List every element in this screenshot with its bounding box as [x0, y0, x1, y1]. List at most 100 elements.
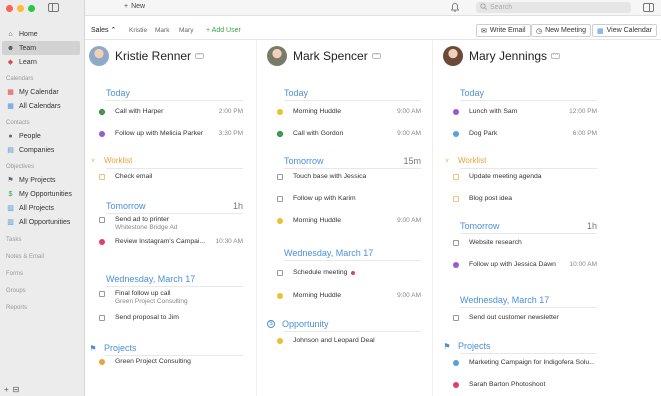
sidebar-item-all-calendars[interactable]: ▦ All Calendars [0, 99, 85, 113]
task-checkbox[interactable] [99, 174, 105, 180]
event-dot-icon [277, 131, 283, 137]
event-item[interactable]: Follow up with Jessica Dawn 10:00 AM [453, 261, 597, 268]
event-dot-icon [453, 131, 459, 137]
item-text: Touch base with Jessica [293, 173, 366, 180]
task-checkbox[interactable] [453, 315, 459, 321]
more-icon[interactable]: ··· [371, 53, 381, 59]
sidebar-item-people[interactable]: ● People [0, 129, 85, 143]
task-item[interactable]: Send out customer newsletter [453, 314, 597, 321]
sidebar-section-reports[interactable]: Reports [0, 297, 85, 314]
item-text: Blog post idea [469, 195, 512, 202]
task-item[interactable]: Website research [453, 239, 597, 246]
bell-icon[interactable] [450, 3, 460, 12]
section-title: Wednesday, March 17 [284, 248, 374, 258]
task-item[interactable]: Final follow up call Green Project Consul… [99, 290, 243, 305]
sidebar-item-team[interactable]: ☻ Team [2, 41, 80, 55]
item-time: 9:00 AM [397, 130, 421, 137]
item-text: Send proposal to Jim [115, 314, 179, 321]
new-meeting-button[interactable]: ◷ New Meeting [531, 24, 591, 37]
event-dot-icon [453, 360, 459, 366]
section-worklist: ♆ Worklist [443, 156, 486, 165]
section-title: Projects [458, 341, 491, 351]
sidebar-toggle-icon[interactable] [48, 3, 59, 12]
sidebar-item-my-opportunities[interactable]: $ My Opportunities [0, 187, 85, 201]
task-item[interactable]: Update meeting agenda [453, 173, 597, 180]
event-item[interactable]: Morning Huddle 9:00 AM [277, 108, 421, 115]
event-item[interactable]: Sarah Barton Photoshoot [453, 381, 597, 388]
person-name[interactable]: Mary Jennings [469, 49, 547, 63]
new-button[interactable]: + New [124, 3, 145, 10]
sidebar-item-label: All Projects [19, 204, 55, 212]
filter-user-mark[interactable]: Mark [155, 27, 169, 34]
search-input[interactable]: Search [476, 2, 631, 13]
write-email-button[interactable]: ✉ Write Email [476, 24, 531, 37]
task-checkbox[interactable] [277, 174, 283, 180]
task-item[interactable]: Blog post idea [453, 195, 597, 202]
task-checkbox[interactable] [453, 196, 459, 202]
filter-user-kristie[interactable]: Kristie [129, 27, 147, 34]
avatar[interactable] [443, 46, 463, 66]
more-icon[interactable]: ··· [195, 53, 205, 59]
sidebar-item-all-projects[interactable]: ▥ All Projects [0, 201, 85, 215]
event-item[interactable]: Call with Gordon 9:00 AM [277, 130, 421, 137]
avatar[interactable] [89, 46, 109, 66]
sidebar-section-groups[interactable]: Groups [0, 280, 85, 297]
task-checkbox[interactable] [99, 315, 105, 321]
section-title: Opportunity [282, 319, 329, 329]
sidebar-section-notes-email[interactable]: Notes & Email [0, 246, 85, 263]
task-checkbox[interactable] [453, 174, 459, 180]
avatar[interactable] [267, 46, 287, 66]
section-divider [284, 100, 421, 101]
event-item[interactable]: Marketing Campaign for Indigofera Solu..… [453, 359, 597, 366]
team-selector[interactable]: Sales ⌃ [91, 26, 116, 34]
close-window-button[interactable] [6, 5, 13, 12]
add-user-button[interactable]: + Add User [206, 27, 241, 34]
sidebar-item-all-opportunities[interactable]: ▥ All Opportunities [0, 215, 85, 229]
task-checkbox[interactable] [277, 196, 283, 202]
sidebar-section-forms[interactable]: Forms [0, 263, 85, 280]
sidebar-item-learn[interactable]: ◆ Learn [0, 55, 85, 69]
event-item[interactable]: Johnson and Leopard Deal [277, 337, 421, 344]
add-icon[interactable]: + [4, 385, 9, 394]
section-divider [284, 168, 421, 169]
right-panel-toggle-icon[interactable] [643, 3, 654, 12]
task-item[interactable]: Check email [99, 173, 243, 180]
task-checkbox[interactable] [453, 240, 459, 246]
sidebar-section-tasks[interactable]: Tasks [0, 229, 85, 246]
item-text: Lunch with Sam [469, 108, 517, 115]
event-item[interactable]: Green Project Consulting [99, 358, 243, 365]
task-item[interactable]: Touch base with Jessica [277, 173, 421, 180]
event-item[interactable]: Call with Harper 2:00 PM [99, 108, 243, 115]
event-item[interactable]: Morning Huddle 9:00 AM [277, 292, 421, 299]
item-text: Check email [115, 173, 152, 180]
event-item[interactable]: Morning Huddle 9:00 AM [277, 217, 421, 224]
person-name[interactable]: Kristie Renner [115, 49, 191, 63]
learn-icon: ◆ [7, 59, 14, 66]
maximize-window-button[interactable] [28, 5, 35, 12]
task-item[interactable]: Schedule meeting [277, 269, 421, 276]
more-icon[interactable]: ··· [551, 53, 561, 59]
task-checkbox[interactable] [277, 270, 283, 276]
sidebar-item-my-projects[interactable]: ⚑ My Projects [0, 173, 85, 187]
person-name[interactable]: Mark Spencer [293, 49, 368, 63]
sidebar-item-companies[interactable]: ▤ Companies [0, 143, 85, 157]
email-icon: ✉ [481, 27, 487, 35]
filter-user-mary[interactable]: Mary [179, 27, 193, 34]
task-checkbox[interactable] [99, 291, 105, 297]
new-button-label: New [131, 3, 146, 10]
event-item[interactable]: Review Instagram's Campai... 10:30 AM [99, 238, 243, 245]
sidebar-item-home[interactable]: ⌂ Home [0, 27, 85, 41]
minimize-window-button[interactable] [17, 5, 24, 12]
task-checkbox[interactable] [99, 217, 105, 223]
collapse-icon[interactable]: ⊟ [13, 385, 20, 394]
sidebar-item-my-calendar[interactable]: ▦ My Calendar [0, 85, 85, 99]
task-item[interactable]: Send proposal to Jim [99, 314, 243, 321]
task-item[interactable]: Send ad to printer Whitestone Bridge Ad [99, 216, 243, 231]
item-text: Follow up with Melicia Parker [115, 130, 203, 137]
view-calendar-button[interactable]: ▦ View Calendar [592, 24, 658, 37]
item-text: Review Instagram's Campai... [115, 238, 205, 245]
event-item[interactable]: Follow up with Melicia Parker 3:30 PM [99, 130, 243, 137]
task-item[interactable]: Follow up with Karim [277, 195, 421, 202]
event-item[interactable]: Lunch with Sam 12:00 PM [453, 108, 597, 115]
event-item[interactable]: Dog Park 6:00 PM [453, 130, 597, 137]
